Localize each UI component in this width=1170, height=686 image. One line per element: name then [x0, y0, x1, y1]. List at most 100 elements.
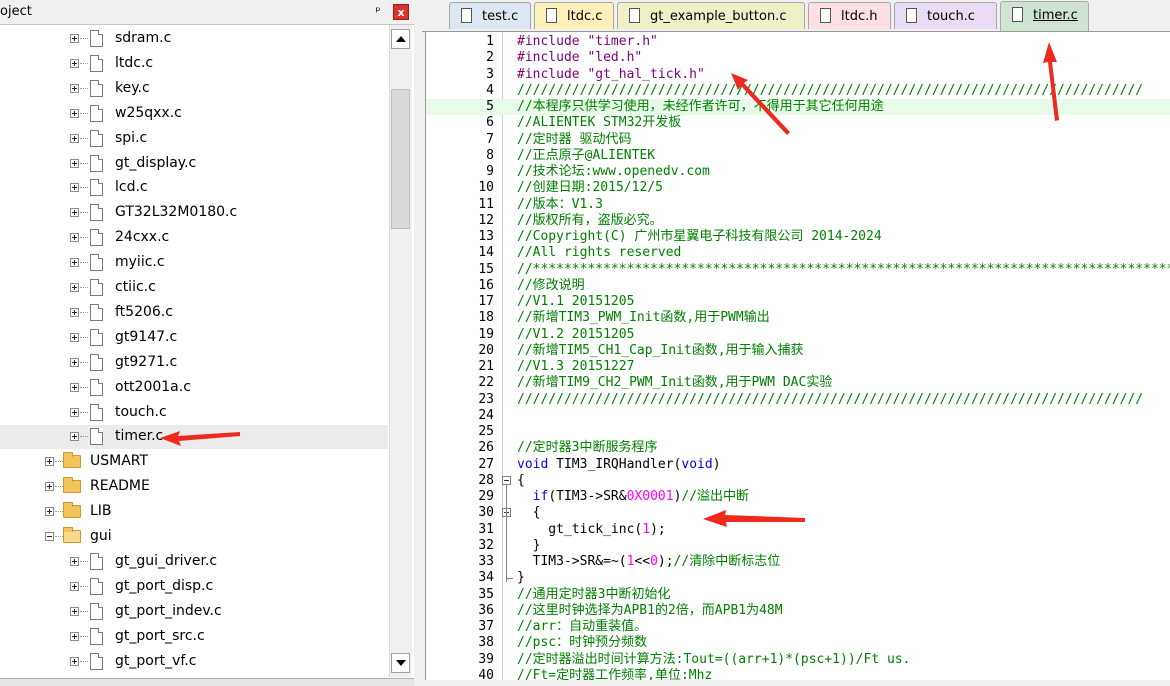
vertical-scrollbar[interactable]	[389, 25, 412, 677]
code-line[interactable]: 2 #include "led.h"	[426, 50, 1170, 66]
code-line[interactable]: 37 //arr：自动重装值。	[426, 619, 1170, 635]
expand-icon[interactable]	[70, 83, 79, 93]
tree-file-item[interactable]: sdram.c	[0, 27, 388, 51]
code-line[interactable]: 3 #include "gt_hal_tick.h"	[426, 67, 1170, 83]
code-line[interactable]: 15 //************************************…	[426, 262, 1170, 278]
code-line[interactable]: 28 {	[426, 473, 1170, 489]
code-line[interactable]: 33 TIM3->SR&=~(1<<0);//清除中断标志位	[426, 554, 1170, 570]
tree-folder-item[interactable]: README	[0, 475, 388, 499]
code-line[interactable]: 17 //V1.1 20151205	[426, 294, 1170, 310]
tree-file-item[interactable]: touch.c	[0, 401, 388, 425]
scroll-up-arrow-icon[interactable]	[391, 29, 410, 49]
scroll-down-arrow-icon[interactable]	[391, 653, 410, 673]
expand-icon[interactable]	[70, 58, 79, 68]
code-line[interactable]: 38 //psc：时钟预分频数	[426, 635, 1170, 651]
tree-folder-item[interactable]: gui	[0, 525, 388, 549]
tree-file-item[interactable]: gt_port_src.c	[0, 625, 388, 649]
code-line[interactable]: 31 gt_tick_inc(1);	[426, 522, 1170, 538]
tree-file-item[interactable]: w25qxx.c	[0, 102, 388, 126]
editor-tab[interactable]: timer.c	[1000, 1, 1089, 31]
expand-icon[interactable]	[70, 34, 79, 43]
tree-folder-item[interactable]: USMART	[0, 450, 388, 474]
expand-icon[interactable]	[70, 357, 79, 367]
code-line[interactable]: 6 //ALIENTEK STM32开发板	[426, 115, 1170, 131]
pin-icon[interactable]: ᵖ	[371, 3, 385, 19]
tree-file-item[interactable]: GT32L32M0180.c	[0, 201, 388, 225]
code-line[interactable]: 36 //这里时钟选择为APB1的2倍，而APB1为48M	[426, 603, 1170, 619]
code-area[interactable]: 1 #include "timer.h" 2 #include "led.h" 3 #in…	[425, 32, 1170, 680]
panel-splitter[interactable]	[414, 0, 422, 685]
tree-file-item[interactable]: gt9271.c	[0, 351, 388, 375]
tree-file-item[interactable]: ltdc.c	[0, 52, 388, 76]
code-line[interactable]: 8 //正点原子@ALIENTEK	[426, 148, 1170, 164]
code-line[interactable]: 1 #include "timer.h"	[426, 34, 1170, 50]
code-line[interactable]: 25	[426, 424, 1170, 440]
code-line[interactable]: 40 //Ft=定时器工作频率,单位:Mhz	[426, 668, 1170, 680]
expand-icon[interactable]	[70, 656, 79, 666]
close-icon[interactable]: x	[393, 4, 409, 20]
code-line[interactable]: 32 }	[426, 538, 1170, 554]
tree-file-item[interactable]: myiic.c	[0, 251, 388, 275]
expand-icon[interactable]	[70, 332, 79, 342]
tree-file-item[interactable]: gt_port_vf.c	[0, 650, 388, 674]
expand-icon[interactable]	[70, 258, 79, 268]
collapse-icon[interactable]	[45, 532, 54, 541]
expand-icon[interactable]	[70, 233, 79, 243]
code-line[interactable]: 14 //All rights reserved	[426, 245, 1170, 261]
code-line[interactable]: 30 {	[426, 505, 1170, 521]
editor-tab[interactable]: ltdc.c	[534, 2, 614, 29]
expand-icon[interactable]	[70, 307, 79, 317]
code-line[interactable]: 9 //技术论坛:www.openedv.com	[426, 164, 1170, 180]
code-line[interactable]: 22 //新增TIM9_CH2_PWM_Init函数,用于PWM DAC实验	[426, 375, 1170, 391]
expand-icon[interactable]	[70, 432, 79, 442]
code-line[interactable]: 13 //Copyright(C) 广州市星翼电子科技有限公司 2014-2024	[426, 229, 1170, 245]
tree-file-item[interactable]: lcd.c	[0, 176, 388, 200]
editor-tab[interactable]: ltdc.h	[808, 2, 891, 29]
tree-file-item[interactable]: ott2001a.c	[0, 376, 388, 400]
tree-file-item[interactable]: spi.c	[0, 127, 388, 151]
code-line[interactable]: 7 //定时器 驱动代码	[426, 132, 1170, 148]
editor-tab[interactable]: test.c	[449, 2, 531, 29]
code-line[interactable]: 11 //版本：V1.3	[426, 197, 1170, 213]
code-line[interactable]: 4 ///////////////////////////////////////…	[426, 83, 1170, 99]
fold-toggle-icon[interactable]	[502, 475, 511, 485]
tree-file-item[interactable]: ctiic.c	[0, 276, 388, 300]
tree-file-item[interactable]: key.c	[0, 77, 388, 101]
code-line[interactable]: 34}	[426, 570, 1170, 586]
code-line[interactable]: 19 //V1.2 20151205	[426, 327, 1170, 343]
expand-icon[interactable]	[70, 606, 79, 616]
editor-tab[interactable]: touch.c	[894, 2, 997, 29]
expand-icon[interactable]	[45, 457, 54, 467]
expand-icon[interactable]	[45, 482, 54, 492]
expand-icon[interactable]	[70, 133, 79, 143]
code-line[interactable]: 21 //V1.3 20151227	[426, 359, 1170, 375]
tree-file-item[interactable]: gt_port_disp.c	[0, 575, 388, 599]
tree-file-item[interactable]: 24cxx.c	[0, 226, 388, 250]
expand-icon[interactable]	[70, 631, 79, 641]
tree-folder-item[interactable]: LIB	[0, 500, 388, 524]
code-line[interactable]: 24	[426, 408, 1170, 424]
code-line[interactable]: 16 //修改说明	[426, 278, 1170, 294]
code-line[interactable]: 18 //新增TIM3_PWM_Init函数,用于PWM输出	[426, 310, 1170, 326]
tree-file-item[interactable]: gt_gui_driver.c	[0, 550, 388, 574]
tree-file-item[interactable]: timer.c	[0, 425, 388, 450]
editor-tab[interactable]: gt_example_button.c	[617, 2, 805, 29]
expand-icon[interactable]	[70, 158, 79, 168]
code-line[interactable]: 35 //通用定时器3中断初始化	[426, 587, 1170, 603]
expand-icon[interactable]	[70, 208, 79, 218]
expand-icon[interactable]	[70, 382, 79, 392]
code-line[interactable]: 27 void TIM3_IRQHandler(void)	[426, 457, 1170, 473]
code-line[interactable]: 20 //新增TIM5_CH1_Cap_Init函数,用于输入捕获	[426, 343, 1170, 359]
tree-file-item[interactable]: gt_display.c	[0, 152, 388, 176]
expand-icon[interactable]	[70, 556, 79, 566]
expand-icon[interactable]	[70, 108, 79, 118]
expand-icon[interactable]	[70, 407, 79, 417]
code-line[interactable]: 29 if(TIM3->SR&0X0001)//溢出中断	[426, 489, 1170, 505]
code-line[interactable]: 39 //定时器溢出时间计算方法:Tout=((arr+1)*(psc+1))/F…	[426, 652, 1170, 668]
expand-icon[interactable]	[70, 581, 79, 591]
code-line[interactable]: 5 //本程序只供学习使用，未经作者许可，不得用于其它任何用途	[426, 99, 1170, 116]
expand-icon[interactable]	[70, 183, 79, 193]
code-line[interactable]: 26 //定时器3中断服务程序	[426, 440, 1170, 456]
code-line[interactable]: 12 //版权所有，盗版必究。	[426, 213, 1170, 229]
tree-file-item[interactable]: gt_port_indev.c	[0, 600, 388, 624]
